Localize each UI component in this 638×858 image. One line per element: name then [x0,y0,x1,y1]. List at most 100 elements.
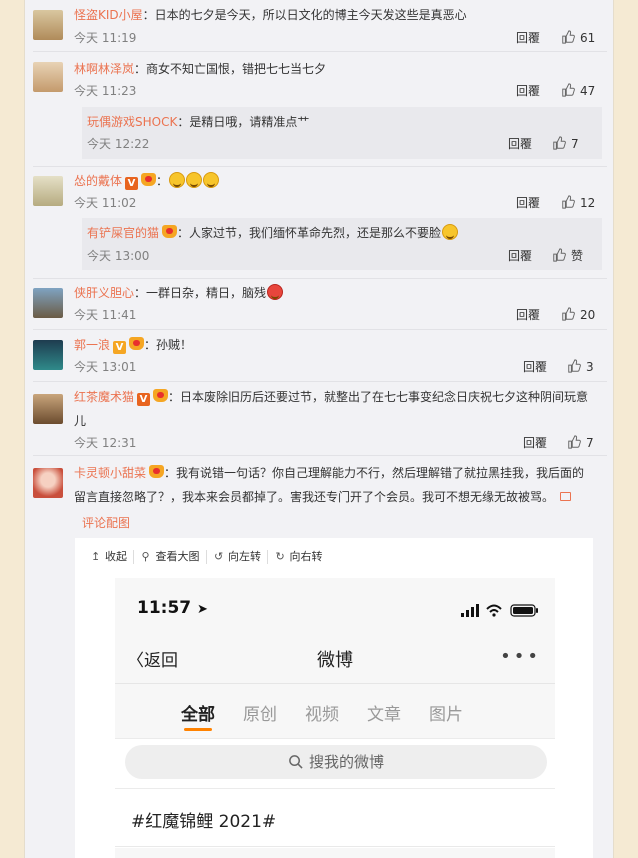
member-crown-icon [149,465,165,478]
tab-original[interactable]: 原创 [243,700,277,725]
like-button[interactable]: 12 [561,195,595,211]
like-count: 3 [586,360,594,374]
thumbs-up-icon [553,248,566,262]
username-link[interactable]: 怂的戴体 [74,174,122,188]
thumbs-up-icon [562,195,575,209]
reply-button[interactable]: 回覆 [516,307,540,323]
like-button[interactable]: 3 [567,359,594,375]
reply-time: 今天 12:22 [87,137,150,151]
nav-bar: 〈返回 微博 ••• [115,636,555,684]
username-link[interactable]: 玩偶游戏SHOCK [87,115,177,129]
reply-button[interactable]: 回覆 [516,30,540,46]
tab-picture[interactable]: 图片 [429,700,463,725]
username-link[interactable]: 林啊林泽岚 [74,62,134,76]
thumbs-up-icon [568,435,581,449]
thumbs-up-icon [553,136,566,150]
comment-item: 怪盗KID小屋：日本的七夕是今天，所以日文化的博主今天发这些是真恶心 今天 11… [33,4,607,52]
verified-badge: V [113,341,127,354]
view-large-button[interactable]: ⚲ 查看大图 [142,550,207,564]
like-count: 7 [571,137,579,151]
grin-emoji-icon [169,172,186,188]
divider [33,278,607,279]
reply-button[interactable]: 回覆 [523,435,547,451]
comment-image-viewer: ↥ 收起 ⚲ 查看大图 ↺ 向左转 ↻ 向右转 11:57 ➤ 〈返回 微博 ••• [75,538,593,858]
comment-item: 侠肝义胆心：一群日杂，精日，脑残 今天 11:41 回覆 20 [33,282,607,330]
comment-text: ：一群日杂，精日，脑残 [134,286,267,300]
username-link[interactable]: 郭一浪 [74,338,110,352]
like-count: 47 [580,84,596,98]
username-link[interactable]: 卡灵顿小甜菜 [74,466,146,480]
tab-all[interactable]: 全部 [181,700,215,731]
search-area: 搜我的微博 [115,738,555,788]
view-large-label: 查看大图 [155,550,200,563]
comment-text: ：商女不知亡国恨，错把七七当七夕 [134,62,327,76]
reply-button[interactable]: 回覆 [516,83,540,99]
like-count: 7 [586,436,594,450]
status-clock: 11:57 ➤ [137,598,208,618]
comment-time: 今天 11:23 [74,84,137,98]
comment-text: ：我有说错一句话？你自己理解能力不行，然后理解错了就拉黑挂我，我后面的 [164,466,585,480]
tab-video[interactable]: 视频 [305,700,339,725]
username-link[interactable]: 侠肝义胆心 [74,286,134,300]
signal-wifi-battery-icon [461,604,538,617]
username-link[interactable]: 有铲屎官的猫 [87,226,159,240]
hashtag-text[interactable]: #红魔锦鲤 2021# [131,807,276,832]
reply-button[interactable]: 回覆 [508,136,532,152]
picture-icon [560,492,572,501]
divider [33,166,607,167]
like-count: 61 [580,31,596,45]
avatar[interactable] [33,176,63,206]
more-options-icon[interactable]: ••• [500,646,541,667]
like-button[interactable]: 7 [552,136,579,152]
member-crown-icon [141,173,157,186]
reply-button[interactable]: 回覆 [523,359,547,375]
reply-button[interactable]: 回覆 [508,248,532,264]
comment-item: 卡灵顿小甜菜 ：我有说错一句话？你自己理解能力不行，然后理解错了就拉黑挂我，我后面… [33,462,607,522]
comment-text: ： [156,174,169,188]
like-button[interactable]: 20 [561,307,595,323]
like-button[interactable]: 赞 [552,248,583,264]
divider [115,846,555,847]
rotate-right-label: 向右转 [289,550,323,563]
avatar[interactable] [33,10,63,40]
like-button[interactable]: 7 [567,435,594,451]
grin-emoji-icon [203,172,220,188]
reply-button[interactable]: 回覆 [516,195,540,211]
member-crown-icon [162,225,178,238]
member-crown-icon [153,389,169,402]
location-arrow-icon: ➤ [197,602,208,617]
rotate-left-icon: ↺ [214,550,224,563]
like-button[interactable]: 61 [561,30,595,46]
comment-picture-link[interactable]: 评论配图 [82,514,130,531]
comment-item: 红茶魔术猫 V ：日本废除旧历后还要过节，就整出了在七七事变纪念日庆祝七夕这种阴间玩… [33,386,607,456]
rotate-right-button[interactable]: ↻ 向右转 [276,550,329,564]
avatar[interactable] [33,288,63,318]
like-button[interactable]: 47 [561,83,595,99]
comment-text-cont: 儿 [74,414,87,428]
username-link[interactable]: 怪盗KID小屋 [74,8,143,22]
comment-time: 今天 12:31 [74,436,137,450]
avatar[interactable] [33,340,63,370]
search-placeholder: 搜我的微博 [308,753,384,771]
post-item: #红魔锦鲤 2021# [115,788,555,848]
grin-emoji-icon [186,172,203,188]
search-input[interactable]: 搜我的微博 [125,745,547,779]
reply-text: ：人家过节，我们缅怀革命先烈，还是那么不要脸 [177,226,442,240]
rotate-right-icon: ↻ [275,550,285,563]
screenshot-image[interactable]: 11:57 ➤ 〈返回 微博 ••• 全部 原创 视频 文章 图片 搜我的微博 … [115,578,555,858]
comment-panel: 怪盗KID小屋：日本的七夕是今天，所以日文化的博主今天发这些是真恶心 今天 11… [24,0,614,858]
thumbs-up-icon [562,30,575,44]
search-icon [289,755,303,769]
avatar[interactable] [33,62,63,92]
comment-time: 今天 13:01 [74,360,137,374]
rotate-left-button[interactable]: ↺ 向左转 [214,550,268,564]
avatar[interactable] [33,468,63,498]
tab-article[interactable]: 文章 [367,700,401,725]
collapse-button[interactable]: ↥ 收起 [91,550,134,564]
avatar[interactable] [33,394,63,424]
thumbs-up-icon [562,307,575,321]
status-bar: 11:57 ➤ [115,578,555,624]
username-link[interactable]: 红茶魔术猫 [74,390,134,404]
like-label: 赞 [571,249,584,263]
angry-emoji-icon [267,284,284,300]
